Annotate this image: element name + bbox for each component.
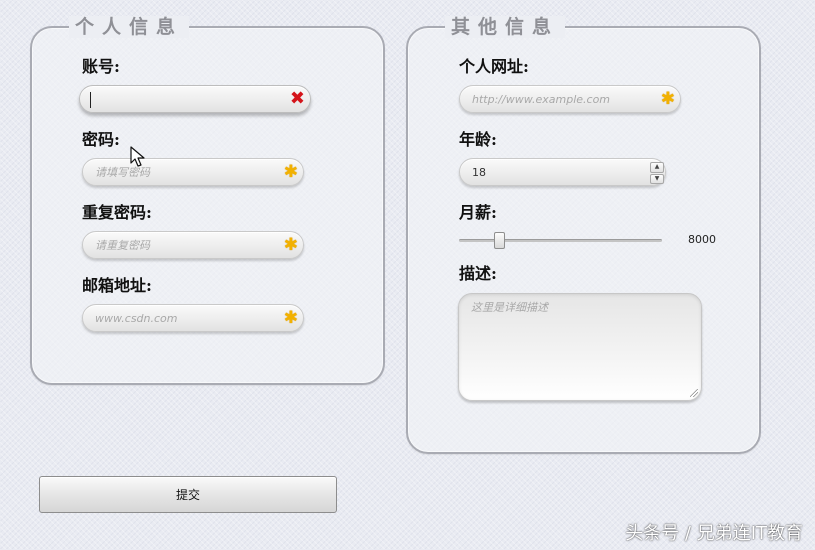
email-field[interactable]: ✱	[82, 304, 304, 332]
account-input[interactable]	[92, 90, 287, 109]
personal-info-legend: 个人信息	[69, 16, 190, 38]
salary-slider-track[interactable]	[459, 239, 662, 242]
asterisk-icon: ✱	[283, 235, 298, 255]
watermark: 头条号 / 兄弟连IT教育	[625, 523, 803, 544]
spin-up-icon[interactable]: ▲	[650, 162, 664, 173]
asterisk-icon: ✱	[660, 89, 675, 109]
age-spinner: ▲ ▼	[650, 162, 664, 184]
x-mark-icon: ✖	[289, 88, 305, 109]
account-field[interactable]: ✖	[79, 85, 311, 113]
website-input[interactable]	[472, 90, 657, 109]
password-field[interactable]: ✱	[82, 158, 304, 186]
description-label: 描述:	[459, 264, 497, 283]
salary-slider-handle[interactable]	[493, 232, 505, 249]
age-field[interactable]: ▲ ▼	[459, 158, 666, 186]
salary-label: 月薪:	[459, 203, 497, 222]
confirm-password-field[interactable]: ✱	[82, 231, 304, 259]
resize-grip-icon[interactable]	[690, 389, 698, 397]
website-label: 个人网址:	[459, 57, 529, 76]
website-field[interactable]: ✱	[459, 85, 681, 113]
description-placeholder: 这里是详细描述	[471, 301, 548, 314]
account-label: 账号:	[82, 57, 120, 76]
password-input[interactable]	[95, 163, 280, 182]
asterisk-icon: ✱	[283, 308, 298, 328]
age-input[interactable]	[472, 163, 642, 182]
submit-button[interactable]: 提交	[39, 476, 337, 513]
age-label: 年龄:	[459, 130, 497, 149]
confirm-password-input[interactable]	[95, 236, 280, 255]
mouse-cursor-icon	[130, 146, 145, 167]
email-label: 邮箱地址:	[82, 276, 152, 295]
email-input[interactable]	[95, 309, 280, 328]
salary-value: 8000	[688, 233, 716, 246]
asterisk-icon: ✱	[283, 162, 298, 182]
password-label: 密码:	[82, 130, 120, 149]
text-caret	[90, 92, 91, 108]
other-info-legend: 其他信息	[445, 16, 566, 38]
confirm-password-label: 重复密码:	[82, 203, 152, 222]
description-textarea[interactable]: 这里是详细描述	[458, 293, 702, 401]
spin-down-icon[interactable]: ▼	[650, 173, 664, 184]
